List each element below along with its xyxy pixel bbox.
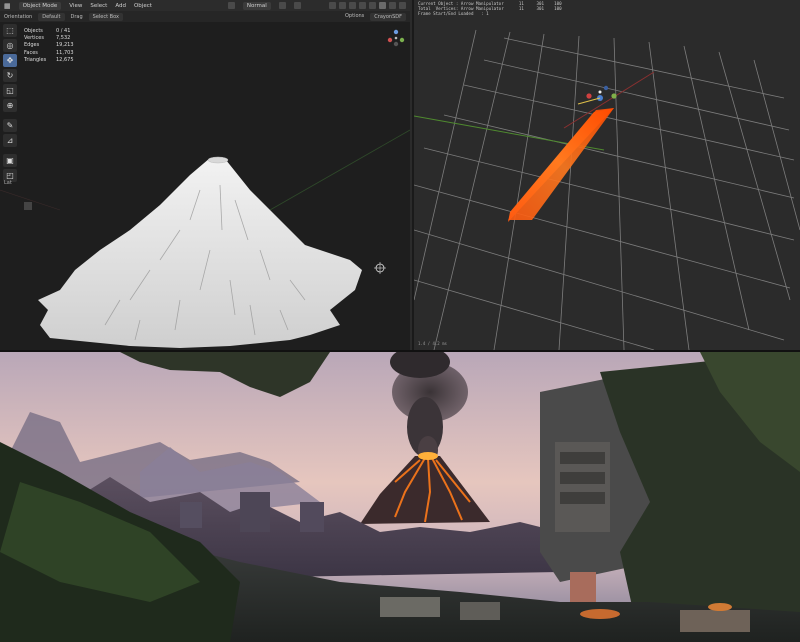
floor-grid bbox=[414, 29, 800, 350]
right-viewport[interactable]: Current Object : Arrow Manipulator 11 30… bbox=[414, 0, 800, 350]
log-line: Frame Start/End Loaded : 1 bbox=[418, 11, 489, 17]
scene-render bbox=[0, 352, 800, 642]
frame-timing: 1.4 / 4.2 ms bbox=[418, 341, 447, 346]
console-log: Current Object : Arrow Manipulator 11 30… bbox=[418, 1, 562, 17]
rendered-scene-image bbox=[0, 352, 800, 642]
volcano-mesh[interactable] bbox=[30, 150, 370, 350]
transform-manipulator-icon[interactable] bbox=[577, 85, 617, 105]
left-viewport[interactable]: ▦ Object Mode View Select Add Object Nor… bbox=[0, 0, 412, 350]
